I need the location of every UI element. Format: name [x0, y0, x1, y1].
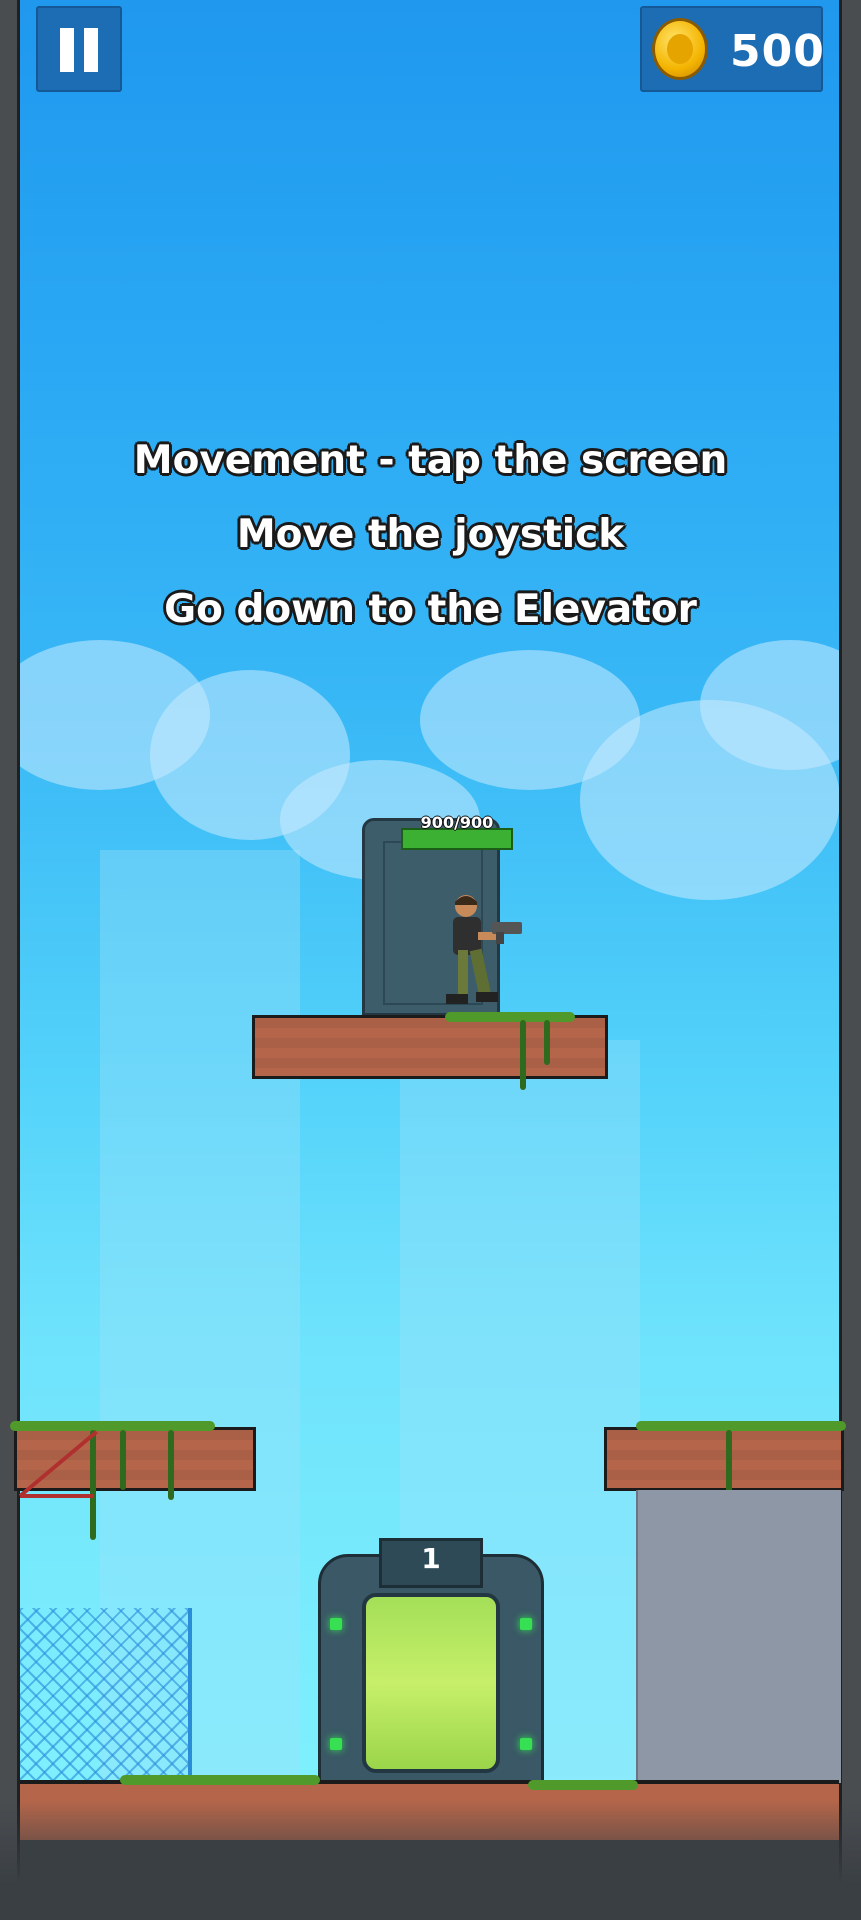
elevator-light: [330, 1738, 342, 1750]
concrete-building: [636, 1490, 841, 1783]
bottom-shadow: [0, 1800, 861, 1920]
right-wall: [839, 0, 861, 1920]
coin-count: 500: [730, 26, 825, 77]
elevator[interactable]: 1: [312, 1538, 550, 1784]
player-health-text: 900/900: [420, 813, 494, 832]
elevator-door[interactable]: [362, 1593, 500, 1773]
grass-tuft: [10, 1421, 215, 1431]
grass-tuft: [528, 1780, 638, 1790]
upper-platform: [252, 1015, 608, 1079]
grass-tuft: [445, 1012, 575, 1022]
vine: [520, 1020, 526, 1090]
vine: [168, 1430, 174, 1500]
instruction-line-2: Move the joystick: [236, 512, 625, 557]
pause-button[interactable]: [36, 6, 122, 92]
vine: [544, 1020, 550, 1065]
elevator-light: [520, 1618, 532, 1630]
right-ledge: [604, 1427, 844, 1491]
elevator-light: [520, 1738, 532, 1750]
instruction-line-1: Movement - tap the screen: [133, 438, 728, 483]
player-soldier: [446, 895, 522, 1004]
coin-icon: [652, 18, 708, 80]
vine: [726, 1430, 732, 1496]
vine: [90, 1430, 96, 1540]
elevator-number: 1: [421, 1542, 441, 1575]
left-wall: [0, 0, 20, 1920]
grass-tuft: [636, 1421, 846, 1431]
elevator-light: [330, 1618, 342, 1630]
grass-tuft: [120, 1775, 320, 1785]
left-ledge: [14, 1427, 256, 1491]
vine: [120, 1430, 126, 1490]
instruction-line-3: Go down to the Elevator: [164, 587, 697, 632]
game-screen[interactable]: 500 Movement - tap the screen Move the j…: [0, 0, 861, 1920]
chain-link-fence: [20, 1608, 192, 1783]
support-truss: [20, 1494, 94, 1498]
coin-counter: 500: [640, 6, 825, 92]
